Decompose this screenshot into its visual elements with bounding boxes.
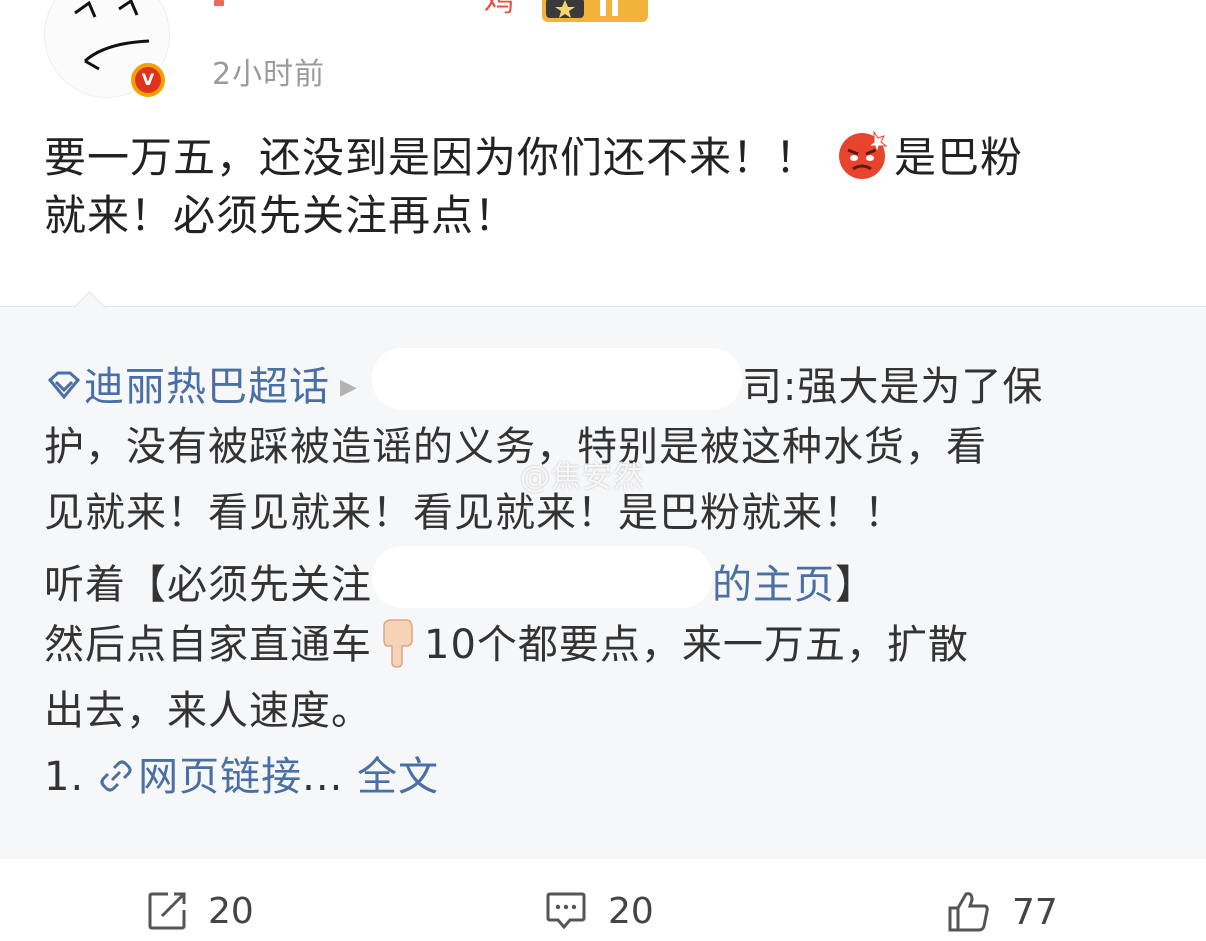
repost-icon — [148, 892, 186, 930]
repost-button[interactable]: 20 — [146, 890, 254, 932]
watermark: @焦安然 — [520, 452, 644, 496]
thumbs-up-icon — [948, 892, 989, 932]
repost-row-6: 出去，来人速度。 — [44, 688, 372, 734]
repost-body: 迪丽热巴超话 ▶ 司:强大是为了保 护，没有被踩被造谣的义务，特别是被这种水货，看 … — [44, 348, 1174, 810]
link-chain-icon — [100, 760, 132, 792]
triangle-right-icon: ▶ — [340, 375, 358, 400]
like-count: 77 — [1012, 891, 1058, 933]
comment-count: 20 — [608, 890, 654, 932]
repost-row-1: 司:强大是为了保 — [741, 364, 1044, 410]
post-line-1-tail: 是巴粉 — [894, 133, 1024, 182]
like-button[interactable]: 77 — [946, 890, 1058, 934]
username-dot — [214, 0, 224, 6]
comment-icon — [546, 892, 586, 930]
repost-row-5-tail: 10个都要点，来一万五，扩散 — [424, 622, 969, 668]
comment-button[interactable]: 20 — [544, 890, 654, 932]
angry-face-emoji-icon — [839, 130, 888, 179]
verified-badge-icon: V — [128, 60, 168, 100]
watermark-text: @焦安然 — [520, 460, 644, 495]
ellipsis: ... — [302, 754, 344, 800]
post-time: 2小时前 — [212, 57, 326, 92]
bracket-close: 】 — [835, 562, 876, 608]
super-topic-link[interactable]: 迪丽热巴超话 — [84, 364, 330, 410]
level-badge-icon — [542, 0, 648, 22]
repost-row-4: 听着【必须先关注 — [44, 562, 372, 608]
web-link[interactable]: 网页链接 — [138, 754, 302, 800]
full-text-link[interactable]: 全文 — [357, 754, 439, 800]
repost-count: 20 — [208, 890, 254, 932]
pointing-down-hand-emoji-icon — [383, 619, 413, 668]
action-bar: 20 20 77 — [0, 872, 1206, 941]
super-topic-diamond-icon — [47, 371, 81, 400]
homepage-link[interactable]: 的主页 — [712, 562, 835, 608]
repost-row-5: 然后点自家直通车 — [44, 622, 372, 668]
username-fragment[interactable]: 鸡 — [484, 0, 514, 22]
post-text: 要一万五，还没到是因为你们还不来！！ 是巴粉 就来！必须先关注再点！ — [44, 128, 1174, 245]
redacted-link-mask — [372, 546, 712, 608]
post-line-1: 要一万五，还没到是因为你们还不来！！ — [44, 133, 819, 182]
redacted-username-mask — [371, 348, 742, 410]
post-line-2: 就来！必须先关注再点！ — [44, 191, 518, 240]
list-number: 1. — [44, 754, 85, 800]
